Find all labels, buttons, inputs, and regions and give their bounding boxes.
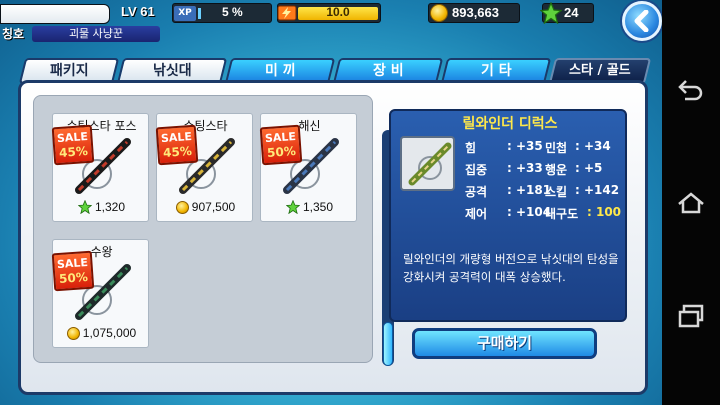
gold-coin-icon bbox=[66, 326, 80, 340]
player-name-box bbox=[0, 4, 110, 24]
stat-skill: 스킬 : +142 bbox=[545, 183, 619, 200]
nav-home-button[interactable] bbox=[671, 183, 711, 223]
sale-discount: 45% bbox=[58, 143, 89, 160]
nav-back-icon bbox=[678, 80, 703, 101]
stat-agility: 민첩 : +34 bbox=[545, 139, 611, 156]
stat-value: : +142 bbox=[575, 183, 620, 197]
energy-value: 10.0 bbox=[326, 5, 350, 19]
tab-etc-label: 기 타 bbox=[480, 63, 512, 79]
item-description: 릴와인더의 개량형 버전으로 낚싯대의 탄성을 강화시켜 공격력이 대폭 상승했… bbox=[403, 252, 619, 284]
nav-recents-button[interactable] bbox=[671, 296, 711, 336]
item-price: 1,075,000 bbox=[53, 326, 150, 340]
tab-bait-label: 미 끼 bbox=[264, 63, 296, 79]
item-price-value: 1,075,000 bbox=[82, 326, 137, 340]
item-price-value: 907,500 bbox=[191, 200, 236, 214]
item-list: 슈팅스타 포스 SALE 45% 1,320 슈팅스타 SALE 45% 907… bbox=[33, 95, 394, 366]
sale-badge: SALE 50% bbox=[259, 124, 303, 166]
back-button[interactable] bbox=[622, 1, 662, 41]
gold-coin-icon bbox=[175, 200, 189, 214]
energy-icon bbox=[277, 5, 297, 21]
sale-discount: 50% bbox=[58, 269, 89, 286]
stat-value: : 100 bbox=[587, 205, 622, 219]
stat-label: 내구도 bbox=[545, 207, 579, 221]
xp-bar-fill bbox=[198, 8, 201, 19]
stat-label: 스킬 bbox=[545, 185, 568, 199]
star-icon bbox=[285, 200, 300, 214]
stat-strength: 힘 : +35 bbox=[465, 139, 543, 156]
item-price-value: 1,350 bbox=[302, 200, 334, 214]
buy-button[interactable]: 구매하기 bbox=[412, 328, 597, 359]
star-icon bbox=[77, 200, 92, 214]
fishing-rod-icon bbox=[408, 142, 452, 186]
stat-value: : +35 bbox=[507, 139, 543, 153]
stat-label: 행운 bbox=[545, 163, 568, 177]
item-price: 1,320 bbox=[53, 200, 150, 214]
stat-label: 집중 bbox=[465, 163, 488, 177]
item-card[interactable]: 슈팅스타 포스 SALE 45% 1,320 bbox=[51, 113, 150, 222]
xp-value: 5 % bbox=[222, 5, 243, 19]
item-card[interactable]: 슈팅스타 SALE 45% 907,500 bbox=[155, 113, 254, 222]
sale-badge: SALE 45% bbox=[51, 124, 95, 166]
stat-label: 제어 bbox=[465, 207, 488, 221]
item-price-value: 1,320 bbox=[94, 200, 126, 214]
item-price: 907,500 bbox=[157, 200, 254, 214]
stat-value: : +33 bbox=[507, 161, 543, 175]
item-price: 1,350 bbox=[261, 200, 358, 214]
detail-item-image bbox=[400, 136, 455, 191]
tab-star-gold-label: 스타 / 골드 bbox=[569, 63, 631, 78]
sale-discount: 45% bbox=[162, 143, 193, 160]
player-level: LV 61 bbox=[121, 4, 155, 19]
stat-label: 공격 bbox=[465, 185, 488, 199]
tab-package-label: 패키지 bbox=[49, 63, 89, 79]
xp-badge: XP bbox=[174, 6, 196, 21]
shop-panel: 슈팅스타 포스 SALE 45% 1,320 슈팅스타 SALE 45% 907… bbox=[18, 80, 648, 395]
stat-control: 제어: +104 bbox=[465, 205, 551, 222]
nav-back-button[interactable] bbox=[671, 70, 711, 110]
sale-badge: SALE 45% bbox=[155, 124, 199, 166]
stat-attack: 공격: +181 bbox=[465, 183, 551, 200]
star-icon bbox=[540, 2, 562, 24]
stat-value: : +5 bbox=[575, 161, 603, 175]
scrollbar-thumb[interactable] bbox=[383, 322, 393, 366]
back-arrow-icon bbox=[634, 10, 649, 32]
tab-equipment-label: 장 비 bbox=[372, 63, 404, 79]
nav-home-icon bbox=[678, 192, 704, 214]
title-value: 괴물 사냥꾼 bbox=[32, 26, 160, 42]
stat-durability: 내구도 : 100 bbox=[545, 205, 621, 222]
stat-focus: 집중 : +33 bbox=[465, 161, 543, 178]
item-card[interactable]: 해신 SALE 50% 1,350 bbox=[259, 113, 358, 222]
sale-badge: SALE 50% bbox=[51, 250, 95, 292]
gold-value: 893,663 bbox=[452, 5, 499, 20]
nav-recents-icon bbox=[678, 304, 704, 328]
item-detail-panel: 릴와인더 디럭스 힘 : +35 민첩 : +34 집중 : +33 행운 : +5 공… bbox=[389, 109, 627, 322]
stat-label: 힘 bbox=[465, 141, 477, 155]
sale-discount: 50% bbox=[266, 143, 297, 160]
stat-value: : +34 bbox=[575, 139, 611, 153]
stat-label: 민첩 bbox=[545, 141, 568, 155]
star-value: 24 bbox=[564, 5, 579, 20]
stat-luck: 행운 : +5 bbox=[545, 161, 602, 178]
tab-rod-label: 낚싯대 bbox=[152, 63, 192, 79]
gold-coin-icon bbox=[430, 4, 448, 22]
system-nav-bar bbox=[662, 0, 720, 405]
title-label: 칭호 bbox=[2, 27, 25, 41]
detail-item-name: 릴와인더 디럭스 bbox=[462, 116, 558, 132]
item-card[interactable]: 수왕 SALE 50% 1,075,000 bbox=[51, 239, 150, 348]
status-bar: LV 61 XP 5 % 10.0 893,663 24 bbox=[0, 0, 662, 41]
game-screen: LV 61 XP 5 % 10.0 893,663 24 칭호 괴물 사냥꾼 패… bbox=[0, 0, 662, 405]
